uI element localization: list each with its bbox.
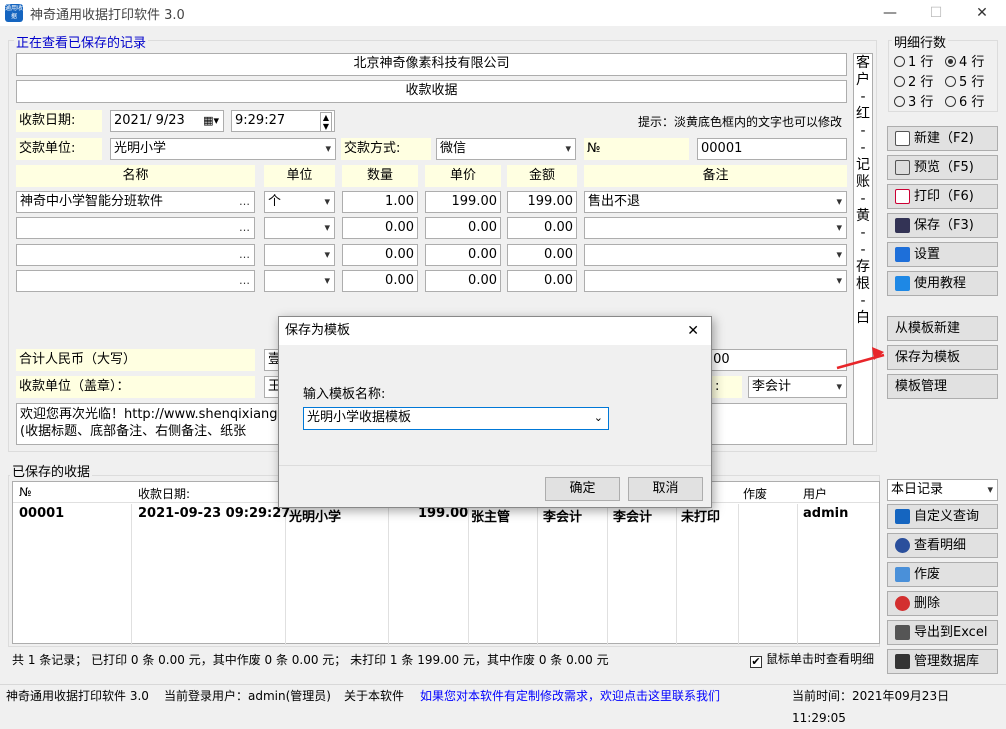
save-template-dialog: 保存为模板 ✕ 输入模板名称: 光明小学收据模板 ⌄ 确定 取消 xyxy=(278,316,712,508)
cell-print-status: 未打印 xyxy=(681,510,721,525)
checkbox-check-icon[interactable]: ✔ xyxy=(750,656,762,668)
database-icon xyxy=(895,654,910,669)
export-icon xyxy=(895,625,910,640)
cell-user: admin xyxy=(803,506,849,521)
trash-icon xyxy=(895,567,910,582)
button-label: 自定义查询 xyxy=(914,509,980,524)
cancel-button[interactable]: 取消 xyxy=(628,477,703,501)
status-app: 神奇通用收据打印软件 3.0 xyxy=(6,689,149,703)
about-link[interactable]: 关于本软件 xyxy=(344,685,404,707)
template-name-value: 光明小学收据模板 xyxy=(307,410,412,425)
col-line xyxy=(797,504,798,645)
hdr-user[interactable]: 用户 xyxy=(803,485,827,502)
button-label: 删除 xyxy=(914,596,941,611)
export-excel-button[interactable]: 导出到Excel xyxy=(887,620,998,645)
arrow-head-1 xyxy=(872,347,884,360)
view-detail-button[interactable]: 查看明细 xyxy=(887,533,998,558)
status-time: 当前时间：2021年09月23日 11:29:05 xyxy=(792,689,950,725)
cell-cashier: 李会计 xyxy=(543,510,583,525)
dialog-close-icon[interactable]: ✕ xyxy=(687,317,699,345)
click-detail-checkbox[interactable]: ✔ 鼠标单击时查看明细 xyxy=(750,650,874,668)
custom-request-link[interactable]: 如果您对本软件有定制修改需求，欢迎点击这里联系我们 xyxy=(420,685,720,707)
hdr-no[interactable]: № xyxy=(19,485,31,499)
col-line xyxy=(285,504,286,645)
search-icon xyxy=(895,509,910,524)
col-line xyxy=(388,504,389,645)
status-bar: 神奇通用收据打印软件 3.0 当前登录用户：admin(管理员) 关于本软件 如… xyxy=(0,684,1006,725)
col-line xyxy=(468,504,469,645)
ok-button[interactable]: 确定 xyxy=(545,477,620,501)
dialog-divider xyxy=(279,465,711,466)
dialog-titlebar: 保存为模板 ✕ xyxy=(279,317,711,345)
cell-handler: 张主管 xyxy=(471,510,511,525)
col-line xyxy=(607,504,608,645)
button-label: 作废 xyxy=(914,567,941,582)
saved-group-title: 已保存的收据 xyxy=(10,461,93,480)
col-line xyxy=(131,504,132,645)
hdr-date[interactable]: 收款日期: xyxy=(138,485,190,502)
cell-accountant: 李会计 xyxy=(613,510,653,525)
manage-db-button[interactable]: 管理数据库 xyxy=(887,649,998,674)
col-line xyxy=(537,504,538,645)
button-label: 查看明细 xyxy=(914,538,967,553)
col-line xyxy=(676,504,677,645)
col-line xyxy=(738,504,739,645)
hdr-void[interactable]: 作废 xyxy=(743,485,767,502)
cell-no: 00001 xyxy=(19,506,65,521)
button-label: 管理数据库 xyxy=(914,654,980,669)
template-name-input[interactable]: 光明小学收据模板 ⌄ xyxy=(303,407,609,430)
summary-text: 共 1 条记录； 已打印 0 条 0.00 元，其中作废 0 条 0.00 元；… xyxy=(12,653,609,667)
void-button[interactable]: 作废 xyxy=(887,562,998,587)
dialog-prompt: 输入模板名称: xyxy=(303,387,386,402)
click-detail-label: 鼠标单击时查看明细 xyxy=(766,652,875,666)
custom-query-button[interactable]: 自定义查询 xyxy=(887,504,998,529)
cell-payer: 光明小学 xyxy=(289,510,342,525)
chevron-down-icon[interactable]: ⌄ xyxy=(594,408,603,428)
delete-button[interactable]: 删除 xyxy=(887,591,998,616)
button-label: 导出到Excel xyxy=(914,625,988,640)
dialog-title: 保存为模板 xyxy=(285,323,351,338)
eye-icon xyxy=(895,538,910,553)
cell-amount: 199.00 xyxy=(418,506,469,521)
filter-select[interactable]: 本日记录 xyxy=(887,479,998,501)
delete-icon xyxy=(895,596,910,611)
cell-date: 2021-09-23 09:29:27 xyxy=(138,506,291,521)
status-user: 当前登录用户：admin(管理员) xyxy=(164,689,331,703)
